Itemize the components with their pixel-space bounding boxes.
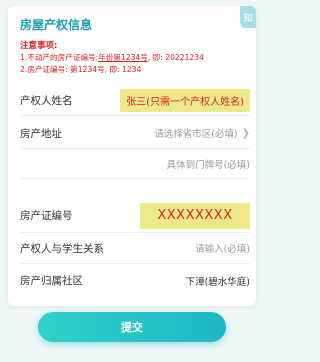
owner-name-row[interactable]: 产权人姓名 张三(只需一个产权人姓名) bbox=[20, 85, 250, 116]
relation-row[interactable]: 产权人与学生关系 请输入(必填) bbox=[20, 233, 250, 264]
cert-number-row[interactable]: 房产证编号 XXXXXXXX bbox=[20, 199, 250, 233]
notice-heading: 注意事项: bbox=[20, 41, 58, 51]
owner-name-label: 产权人姓名 bbox=[20, 94, 73, 107]
relation-input[interactable]: 请输入(必填) bbox=[195, 241, 250, 255]
community-row[interactable]: 房产归属社区 下漳(碧水华庭) bbox=[20, 265, 250, 296]
address-detail-row[interactable]: 具体到门牌号(必填) bbox=[20, 149, 250, 179]
cert-number-label: 房产证编号 bbox=[20, 210, 73, 222]
community-label: 房产归属社区 bbox=[20, 275, 83, 287]
address-label: 房产地址 bbox=[20, 127, 62, 140]
notice-line-1-underlined: 年份第1234号 bbox=[98, 53, 148, 62]
address-row[interactable]: 房产地址 请选择省市区(必填) ❯ bbox=[20, 118, 250, 149]
chevron-right-icon: ❯ bbox=[241, 127, 250, 139]
corner-badge[interactable]: 知 bbox=[240, 6, 256, 28]
submit-button[interactable]: 提交 bbox=[38, 312, 226, 342]
notice-line-1: 1.不动产的房产证编号:年份第1234号, 即: 20221234 bbox=[20, 52, 250, 64]
notice-box: 注意事项: 1.不动产的房产证编号:年份第1234号, 即: 20221234 … bbox=[20, 40, 250, 76]
section-title: 房屋产权信息 bbox=[20, 18, 93, 32]
owner-name-input[interactable]: 张三(只需一个产权人姓名) bbox=[120, 88, 250, 112]
notice-line-2: 2.房产证编号: 第1234号, 即: 1234 bbox=[20, 65, 142, 74]
address-detail-input[interactable]: 具体到门牌号(必填) bbox=[167, 157, 250, 171]
cert-number-input[interactable]: XXXXXXXX bbox=[140, 202, 250, 229]
relation-label: 产权人与学生关系 bbox=[20, 242, 104, 255]
notice-line-1-prefix: 1.不动产的房产证编号: bbox=[20, 53, 99, 62]
notice-line-1-suffix: , 即: 20221234 bbox=[147, 53, 204, 62]
address-picker[interactable]: 请选择省市区(必填) bbox=[154, 126, 237, 140]
community-value[interactable]: 下漳(碧水华庭) bbox=[186, 274, 250, 288]
